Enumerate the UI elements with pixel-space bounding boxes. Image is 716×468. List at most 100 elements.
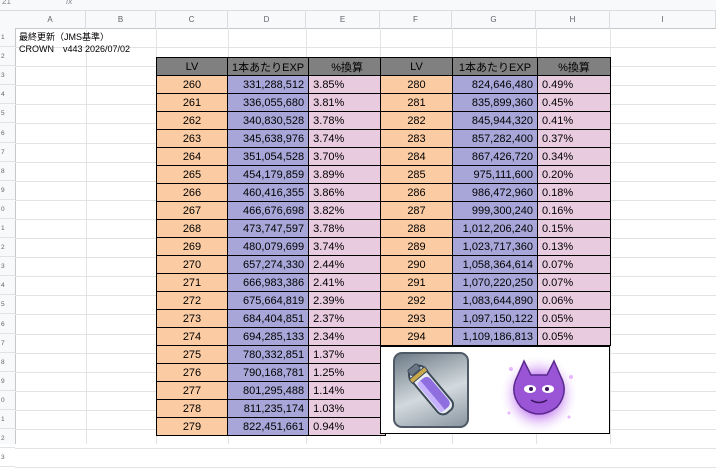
exp-cell[interactable]: 331,288,512 [226,75,310,94]
row-header[interactable]: 5 [0,295,15,315]
percent-cell[interactable]: 0.45% [537,93,611,112]
column-header-b[interactable]: B [86,11,156,28]
exp-cell[interactable]: 811,235,174 [226,399,310,418]
level-cell[interactable]: 281 [380,93,453,112]
exp-cell[interactable]: 473,747,597 [226,219,310,238]
level-cell[interactable]: 262 [156,111,228,130]
row-header[interactable]: 7 [0,334,15,353]
level-cell[interactable]: 278 [156,399,228,418]
column-header-c[interactable]: C [156,11,228,28]
percent-cell[interactable]: 1.25% [308,363,387,382]
formula-bar[interactable]: 21 fx [0,0,716,11]
exp-cell[interactable]: 801,295,488 [226,381,310,400]
level-cell[interactable]: 265 [156,165,228,184]
row-header[interactable]: 2 [0,429,15,449]
column-header-a[interactable]: A [15,11,86,28]
percent-cell[interactable]: 3.70% [308,147,387,166]
level-cell[interactable]: 288 [380,219,453,238]
column-header-h[interactable]: H [536,11,610,28]
level-cell[interactable]: 263 [156,129,228,148]
row-header[interactable]: 6 [0,315,15,334]
column-header-i[interactable]: I [610,11,716,28]
level-cell[interactable]: 284 [380,147,453,166]
row-header[interactable]: 7 [0,143,15,162]
exp-cell[interactable]: 466,676,698 [226,201,310,220]
exp-cell[interactable]: 857,282,400 [452,129,538,148]
exp-cell[interactable]: 822,451,661 [226,417,310,436]
percent-cell[interactable]: 0.06% [537,291,611,310]
level-cell[interactable]: 286 [380,183,453,202]
row-header[interactable]: 8 [0,353,15,372]
percent-cell[interactable]: 0.18% [537,183,611,202]
level-cell[interactable]: 287 [380,201,453,220]
percent-cell[interactable]: 3.74% [308,129,387,148]
percent-cell[interactable]: 3.78% [308,219,387,238]
column-header-g[interactable]: G [452,11,536,28]
percent-cell[interactable]: 0.07% [537,273,611,292]
exp-cell[interactable]: 1,058,364,614 [452,255,538,274]
percent-cell[interactable]: 2.41% [308,273,387,292]
percent-cell[interactable]: 0.49% [537,75,611,94]
percent-cell[interactable]: 0.05% [537,327,611,346]
row-header[interactable]: 8 [0,162,15,181]
level-cell[interactable]: 260 [156,75,228,94]
exp-cell[interactable]: 790,168,781 [226,363,310,382]
exp-cell[interactable]: 340,830,528 [226,111,310,130]
row-header[interactable]: 5 [0,104,15,124]
exp-cell[interactable]: 975,111,600 [452,165,538,184]
percent-cell[interactable]: 3.85% [308,75,387,94]
exp-cell[interactable]: 999,300,240 [452,201,538,220]
exp-cell[interactable]: 1,070,220,250 [452,273,538,292]
exp-cell[interactable]: 1,012,206,240 [452,219,538,238]
level-cell[interactable]: 264 [156,147,228,166]
percent-cell[interactable]: 0.13% [537,237,611,256]
exp-cell[interactable]: 780,332,851 [226,345,310,364]
row-header[interactable]: 3 [0,448,15,468]
exp-cell[interactable]: 345,638,976 [226,129,310,148]
exp-cell[interactable]: 867,426,720 [452,147,538,166]
percent-cell[interactable]: 2.39% [308,291,387,310]
level-cell[interactable]: 291 [380,273,453,292]
exp-cell[interactable]: 351,054,528 [226,147,310,166]
level-cell[interactable]: 293 [380,309,453,328]
exp-cell[interactable]: 835,899,360 [452,93,538,112]
exp-cell[interactable]: 480,079,699 [226,237,310,256]
row-header[interactable]: 9 [0,372,15,391]
percent-cell[interactable]: 2.34% [308,327,387,346]
row-header[interactable]: 2 [0,238,15,258]
level-cell[interactable]: 275 [156,345,228,364]
row-header[interactable]: 6 [0,124,15,143]
exp-cell[interactable]: 1,083,644,890 [452,291,538,310]
exp-cell[interactable]: 1,109,186,813 [452,327,538,346]
level-cell[interactable]: 277 [156,381,228,400]
level-cell[interactable]: 282 [380,111,453,130]
level-cell[interactable]: 279 [156,417,228,436]
exp-cell[interactable]: 1,023,717,360 [452,237,538,256]
name-box[interactable]: 21 [2,0,11,6]
exp-cell[interactable]: 694,285,133 [226,327,310,346]
level-cell[interactable]: 276 [156,363,228,382]
level-cell[interactable]: 294 [380,327,453,346]
level-cell[interactable]: 289 [380,237,453,256]
row-header[interactable]: 1 [0,219,15,238]
level-cell[interactable]: 273 [156,309,228,328]
level-cell[interactable]: 292 [380,291,453,310]
percent-cell[interactable]: 0.41% [537,111,611,130]
percent-cell[interactable]: 0.05% [537,309,611,328]
percent-cell[interactable]: 3.81% [308,93,387,112]
row-header[interactable]: 3 [0,257,15,277]
level-cell[interactable]: 261 [156,93,228,112]
level-cell[interactable]: 271 [156,273,228,292]
percent-cell[interactable]: 3.78% [308,111,387,130]
row-header[interactable]: 2 [0,47,15,67]
exp-cell[interactable]: 454,179,859 [226,165,310,184]
exp-cell[interactable]: 684,404,851 [226,309,310,328]
percent-cell[interactable]: 0.15% [537,219,611,238]
level-cell[interactable]: 280 [380,75,453,94]
level-cell[interactable]: 270 [156,255,228,274]
level-cell[interactable]: 290 [380,255,453,274]
level-cell[interactable]: 267 [156,201,228,220]
exp-cell[interactable]: 666,983,386 [226,273,310,292]
percent-cell[interactable]: 1.14% [308,381,387,400]
row-header[interactable]: 4 [0,85,15,105]
